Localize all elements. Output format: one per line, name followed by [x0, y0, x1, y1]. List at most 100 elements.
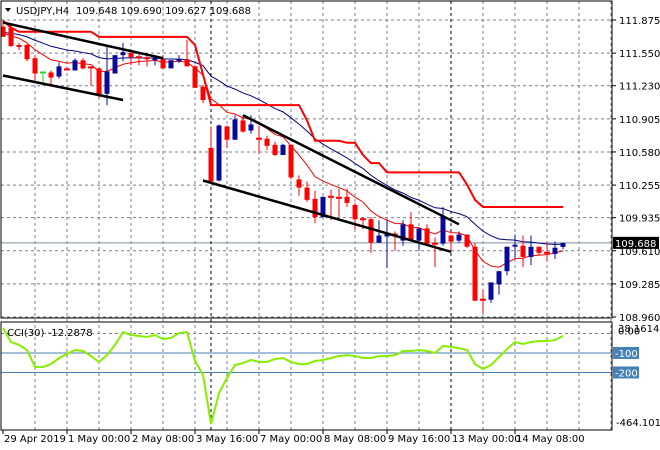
dropdown-triangle-icon[interactable]: [5, 8, 11, 12]
candle-body: [32, 58, 38, 74]
candle-body: [248, 124, 254, 131]
candle: [272, 141, 278, 157]
candle: [560, 242, 566, 250]
candle: [16, 42, 22, 51]
candle: [464, 234, 470, 248]
candle: [384, 220, 390, 269]
candle: [304, 181, 310, 202]
candle: [432, 237, 438, 268]
time-tick-label: 14 May 08:00: [516, 434, 585, 445]
candle-body: [176, 59, 182, 62]
price-tick-label: 108.960: [619, 313, 660, 324]
resistance-step-line: [2, 19, 563, 208]
candles: [1, 20, 566, 313]
candle: [112, 55, 118, 74]
cci-zero-label: 0.00: [618, 326, 640, 337]
time-tick-label: 13 May 00:00: [452, 434, 521, 445]
candle-body: [216, 125, 222, 181]
candle-body: [128, 53, 134, 58]
current-price-tag: 109.688: [613, 236, 659, 250]
candle: [480, 289, 486, 313]
time-tick-label: 29 Apr 2019: [4, 434, 66, 445]
candle-body: [368, 219, 374, 243]
symbol-label: USDJPY,H4: [16, 6, 69, 17]
candle: [208, 126, 214, 184]
candle: [520, 235, 526, 268]
candle: [504, 246, 510, 276]
cci-panel-frame: [0, 321, 613, 431]
candle-body: [272, 144, 278, 156]
candle-body: [456, 234, 462, 241]
candle-body: [104, 71, 110, 94]
candle: [216, 124, 222, 182]
candle-body: [192, 66, 198, 88]
candle-body: [8, 27, 14, 46]
candle-body: [184, 59, 190, 67]
candle: [440, 206, 446, 246]
time-axis[interactable]: 29 Apr 2019 1 May 00:00 2 May 08:00 3 May 1…: [2, 430, 585, 445]
candle-body: [296, 179, 302, 188]
time-tick-label: 9 May 16:00: [388, 434, 450, 445]
main-panel-frame: [0, 0, 613, 319]
candle: [24, 43, 30, 62]
cci-min-label: -464.1012: [616, 418, 660, 429]
candle: [88, 66, 94, 86]
candle: [192, 65, 198, 88]
candle: [168, 60, 174, 69]
candle: [176, 55, 182, 64]
cci-level-label: -100: [615, 349, 638, 360]
price-tick-label: 111.875: [619, 16, 660, 27]
candle-body: [112, 55, 118, 74]
candle-body: [240, 120, 246, 132]
candle: [512, 234, 518, 258]
candle-body: [464, 234, 470, 247]
svg-text:109.688: 109.688: [615, 239, 656, 250]
candle-body: [48, 72, 54, 78]
candle: [264, 135, 270, 150]
candle-body: [280, 144, 286, 156]
cci-series: [2, 327, 564, 425]
candle: [416, 228, 422, 251]
candle-body: [168, 60, 174, 69]
candle: [96, 67, 102, 98]
candle-body: [344, 196, 350, 203]
candle: [472, 242, 478, 301]
cci-levels: -100 -200: [1, 346, 639, 379]
candle-body: [520, 245, 526, 257]
candle-body: [152, 58, 158, 61]
candle: [368, 217, 374, 253]
candle-body: [264, 138, 270, 146]
candle-body: [528, 246, 534, 257]
candle-body: [224, 126, 230, 140]
candle-body: [536, 246, 542, 253]
cci-level-label: -200: [615, 368, 638, 379]
candle: [544, 242, 550, 261]
candle: [280, 143, 286, 156]
candle-body: [504, 246, 510, 272]
candle: [72, 58, 78, 71]
price-tick-label: 109.935: [619, 214, 660, 225]
candle-body: [160, 59, 166, 69]
candle-body: [232, 119, 238, 140]
cci-title: CCI(30) -12.2878: [7, 328, 93, 339]
candle-body: [96, 68, 102, 95]
time-tick-label: 1 May 00:00: [68, 434, 130, 445]
candle: [288, 144, 294, 180]
trendline: [242, 114, 460, 226]
candle: [528, 235, 534, 266]
candle: [296, 175, 302, 196]
time-tick-label: 7 May 00:00: [260, 434, 322, 445]
candle-body: [352, 204, 358, 220]
candle: [64, 66, 70, 71]
candle: [200, 84, 206, 104]
trendline: [202, 179, 452, 254]
candle-body: [440, 216, 446, 244]
price-tick-label: 110.580: [619, 148, 660, 159]
price-chart[interactable]: -100 -200 111.875 111.550 111.230 110.905 110…: [0, 0, 660, 450]
candle: [256, 125, 262, 154]
candle: [48, 70, 54, 86]
candle: [408, 212, 414, 242]
candle-body: [72, 60, 78, 71]
time-tick-label: 8 May 08:00: [324, 434, 386, 445]
candle: [488, 282, 494, 303]
